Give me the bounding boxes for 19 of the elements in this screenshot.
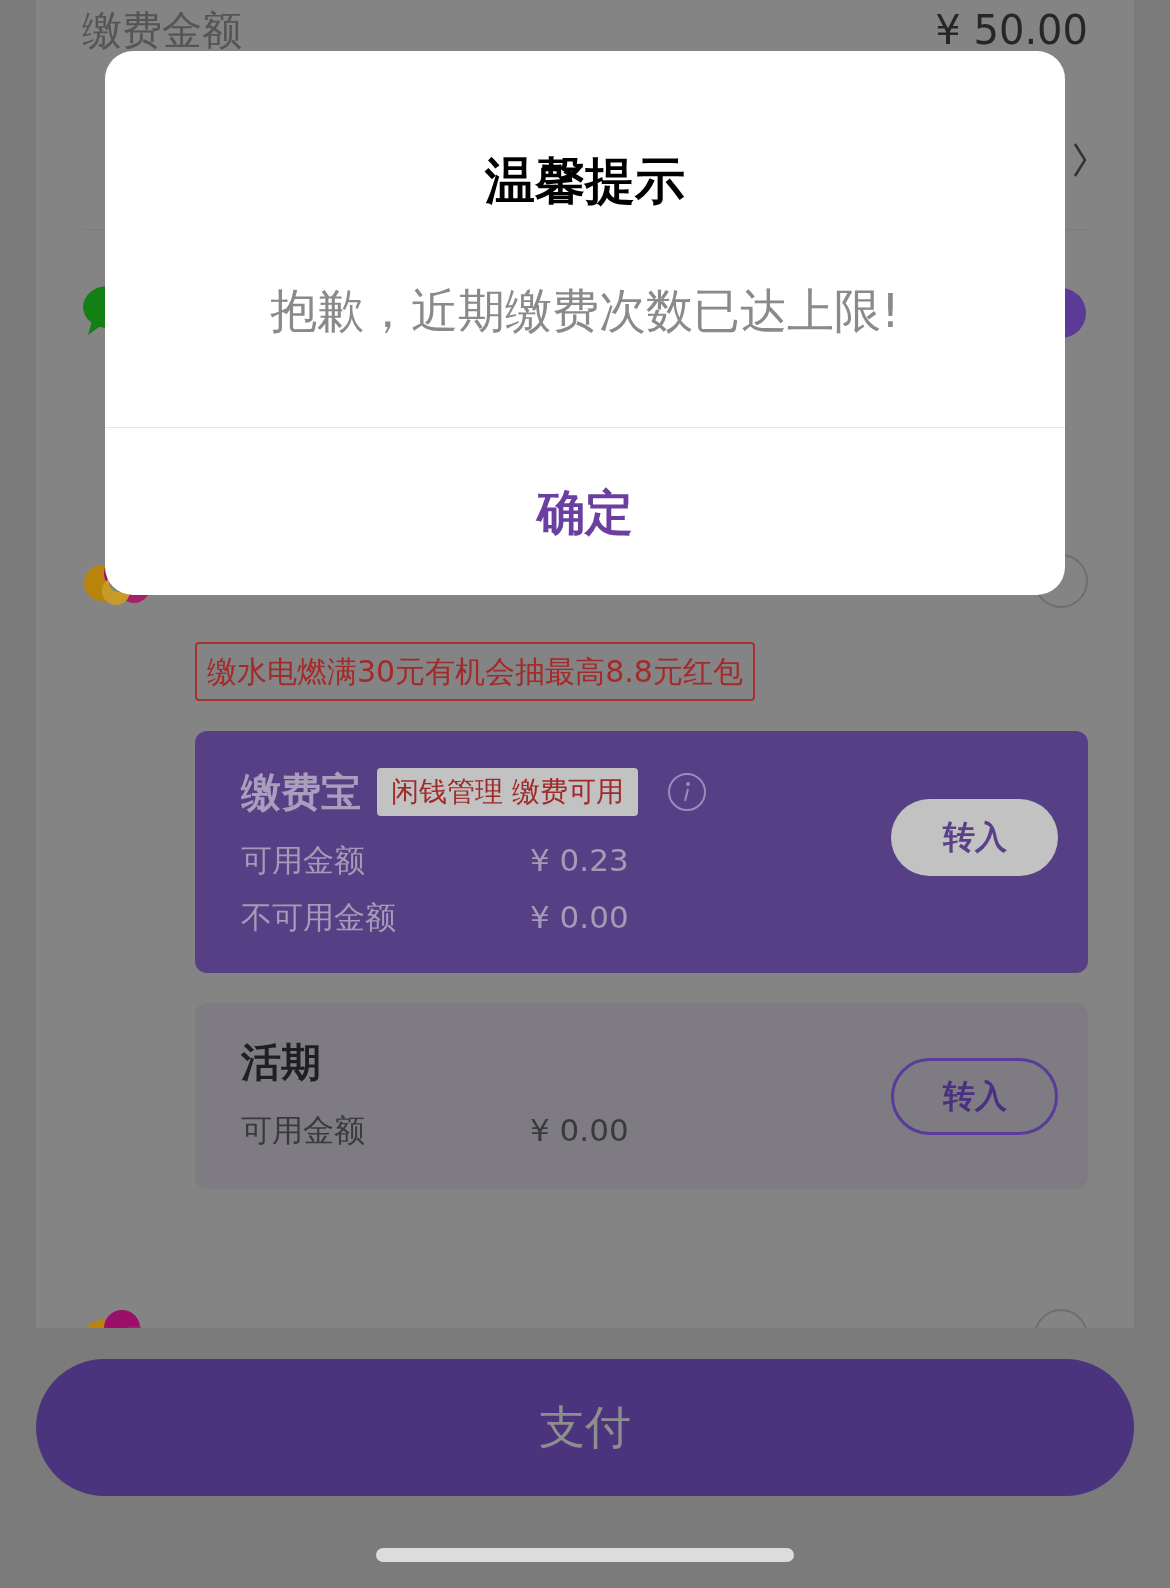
balance-label: 不可用金额 [241,898,397,938]
confirm-button[interactable]: 确定 [105,428,1065,595]
transfer-in-button[interactable]: 转入 [891,798,1058,876]
balance-value: ¥ 0.00 [530,898,629,938]
dialog-title: 温馨提示 [485,151,685,212]
promo-tag: 缴水电燃满30元有机会抽最高8.8元红包 [195,642,755,701]
pay-button[interactable]: 支付 [36,1359,1134,1496]
account-title: 缴费宝 [241,768,361,817]
balance-value: ¥ 0.23 [530,841,629,881]
chevron-icon[interactable] [1072,141,1088,178]
account-title: 活期 [241,1037,321,1087]
amount-value: ¥ 50.00 [935,8,1088,52]
transfer-in-button[interactable]: 转入 [891,1057,1058,1135]
balance-label: 可用金额 [241,841,366,881]
balance-value: ¥ 0.00 [530,1110,629,1150]
balance-label: 可用金额 [241,1110,366,1150]
dialog-message: 抱歉，近期缴费次数已达上限! [270,282,900,340]
info-icon[interactable] [667,773,706,811]
feature-tag: 闲钱管理 缴费可用 [377,768,638,816]
